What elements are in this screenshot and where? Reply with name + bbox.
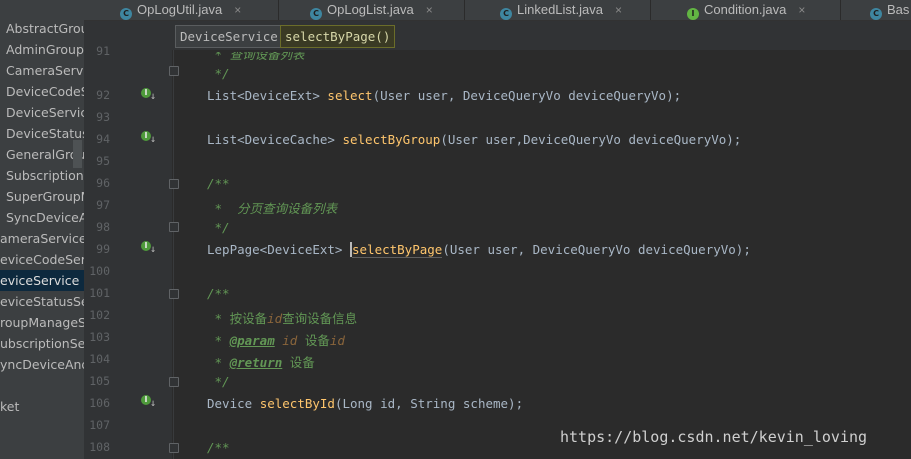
code-comment: */ (207, 66, 230, 81)
project-tree[interactable]: AbstractGroup AdminGroupI CameraServiceI… (0, 0, 84, 459)
class-icon: C (120, 8, 132, 20)
tree-item[interactable]: ubscriptionServ (0, 333, 84, 354)
code-comment: /** (207, 440, 230, 455)
code-comment: /** (207, 286, 230, 301)
code-comment: * 分页查询设备列表 (207, 201, 338, 216)
line-number: 101 (89, 286, 110, 300)
tree-item[interactable]: DeviceCodeS (6, 81, 84, 102)
code-comment: * @param id 设备id (207, 333, 345, 348)
code-args: (User user, DeviceQueryVo deviceQueryVo)… (442, 242, 751, 257)
line-number: 96 (96, 176, 110, 190)
fold-icon[interactable] (169, 377, 179, 387)
tab-linkedlist[interactable]: C LinkedList.java × (500, 0, 622, 20)
line-number: 98 (96, 220, 110, 234)
close-icon[interactable]: × (426, 3, 433, 17)
method-name: select (327, 88, 373, 103)
watermark: https://blog.csdn.net/kevin_loving (560, 428, 868, 446)
class-icon: C (870, 8, 882, 20)
tree-item[interactable]: ket (0, 396, 19, 417)
line-number: 91 (96, 44, 110, 58)
fold-icon[interactable] (169, 179, 179, 189)
line-number: 94 (96, 132, 110, 146)
breadcrumb-class[interactable]: DeviceService (175, 25, 283, 48)
code-type: Device (207, 396, 260, 411)
close-icon[interactable]: × (798, 3, 805, 17)
code-line-selectbypage[interactable]: LepPage<DeviceExt> selectByPage(User use… (207, 242, 751, 258)
fold-icon[interactable] (169, 66, 179, 76)
tab-oploglist[interactable]: C OpLogList.java × (310, 0, 433, 20)
line-number: 97 (96, 198, 110, 212)
line-number: 99 (96, 242, 110, 256)
code-args: (User user, DeviceQueryVo deviceQueryVo)… (372, 88, 682, 103)
line-number: 106 (89, 396, 110, 410)
tree-item[interactable]: SubscriptionS (6, 165, 84, 186)
code-type: List<DeviceExt> (207, 88, 328, 103)
fold-guide (173, 50, 174, 459)
class-icon: C (500, 8, 512, 20)
implemented-down-icon[interactable]: I ↓ (141, 88, 157, 104)
tab-condition[interactable]: I Condition.java × (687, 0, 805, 20)
breadcrumb-method[interactable]: selectByPage() (280, 25, 396, 48)
line-number: 102 (89, 308, 110, 322)
method-name: selectByGroup (342, 132, 441, 147)
code-line-select[interactable]: List<DeviceExt> select(User user, Device… (207, 88, 681, 103)
code-comment: * 按设备id查询设备信息 (207, 311, 358, 326)
code-comment: /** (207, 176, 230, 191)
tab-label: OpLogUtil.java (137, 2, 223, 17)
tree-item[interactable]: eviceStatusServ (0, 291, 84, 312)
tab-label: Bas (887, 2, 910, 17)
code-line-selectbygroup[interactable]: List<DeviceCache> selectByGroup(User use… (207, 132, 741, 147)
line-number: 92 (96, 88, 110, 102)
tree-item[interactable]: roupManageSe (0, 312, 84, 333)
tree-item[interactable]: ameraService (0, 228, 84, 249)
code-type: List<DeviceCache> (207, 132, 343, 147)
tree-item[interactable]: DeviceService (6, 102, 84, 123)
method-name: selectById (259, 396, 335, 411)
method-name: selectByPage (352, 242, 443, 258)
line-number: 103 (89, 330, 110, 344)
tab-label: OpLogList.java (327, 2, 414, 17)
implemented-down-icon[interactable]: I ↓ (141, 241, 157, 257)
fold-icon[interactable] (169, 443, 179, 453)
code-comment: */ (207, 220, 230, 235)
class-icon: C (310, 8, 322, 20)
implemented-down-icon[interactable]: I ↓ (141, 131, 157, 147)
line-number: 108 (89, 440, 110, 454)
close-icon[interactable]: × (615, 3, 622, 17)
tree-item-selected[interactable]: eviceService (0, 270, 84, 291)
tree-item[interactable]: CameraServiceImpl (6, 60, 84, 81)
tree-item[interactable]: eviceCodeServi (0, 249, 84, 270)
tree-item[interactable]: yncDeviceAndC (0, 354, 84, 375)
editor-tab-bar: C OpLogUtil.java × C OpLogList.java × C Linke… (84, 0, 911, 21)
tab-oplogutil[interactable]: C OpLogUtil.java × (120, 0, 241, 20)
interface-icon: I (687, 8, 699, 20)
tree-scrollbar-thumb[interactable] (73, 140, 82, 168)
breadcrumb: DeviceService selectByPage() (84, 21, 911, 50)
tab-label: LinkedList.java (517, 2, 603, 17)
fold-icon[interactable] (169, 222, 179, 232)
tab-label: Condition.java (704, 2, 787, 17)
line-number: 95 (96, 154, 110, 168)
line-number: 104 (89, 352, 110, 366)
line-number: 107 (89, 418, 110, 432)
tree-item[interactable]: SuperGroupM (6, 186, 84, 207)
code-comment: * @return 设备 (207, 355, 315, 370)
code-comment: */ (207, 374, 230, 389)
line-number: 93 (96, 110, 110, 124)
line-number: 105 (89, 374, 110, 388)
code-args: (Long id, String scheme); (334, 396, 524, 411)
tab-bas[interactable]: C Bas (870, 0, 909, 20)
code-type: LepPage<DeviceExt> (207, 242, 350, 257)
close-icon[interactable]: × (234, 3, 241, 17)
tree-item[interactable]: AbstractGroup (6, 18, 84, 39)
line-number: 100 (89, 264, 110, 278)
code-line-selectbyid[interactable]: Device selectById(Long id, String scheme… (207, 396, 523, 411)
tree-item[interactable]: AdminGroupI (6, 39, 84, 60)
code-args: (User user,DeviceQueryVo deviceQueryVo); (440, 132, 742, 147)
fold-icon[interactable] (169, 289, 179, 299)
tree-item[interactable]: SyncDeviceAr (6, 207, 84, 228)
implemented-down-icon[interactable]: I ↓ (141, 395, 157, 411)
